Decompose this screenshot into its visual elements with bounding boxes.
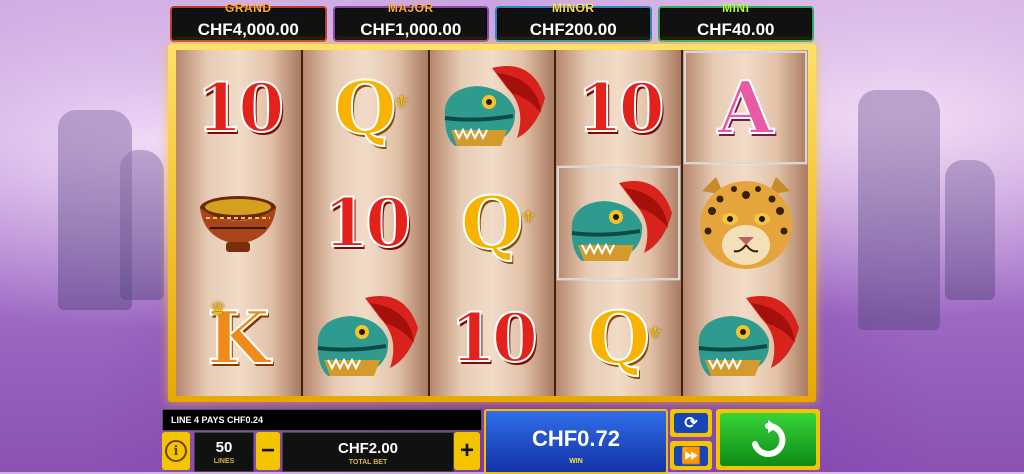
lines-label: LINES (213, 458, 235, 465)
symbol-ten: 10 (430, 281, 555, 396)
reel-frame: 10 ♛ K Q ⚜ 10 Q ⚜ 10 10 Q ⚜ A (168, 44, 816, 402)
symbol-jaguar (683, 165, 808, 280)
symbol-ten: 10 (303, 165, 428, 280)
bowl-icon (200, 195, 277, 252)
jackpot-major-label: MAJOR (387, 1, 434, 15)
reel-3: Q ⚜ 10 (429, 50, 555, 396)
total-bet-display: CHF2.00 TOTAL BET (282, 432, 454, 472)
crown-icon: ⚜ (393, 92, 410, 112)
decrease-bet-button[interactable]: − (256, 432, 280, 470)
autoplay-icon: ⟳ (674, 413, 708, 433)
win-display: CHF0.72 WIN (484, 409, 668, 474)
jackpot-mini-label: MINI (722, 1, 750, 15)
jackpot-major: MAJOR CHF1,000.00 (332, 1, 489, 42)
symbol-ten: 10 (556, 50, 681, 165)
serpent-head-icon (698, 296, 799, 377)
serpent-head-icon (317, 296, 419, 377)
crown-icon: ⚜ (520, 207, 537, 228)
message-bar: LINE 4 PAYS CHF0.24 (162, 409, 482, 431)
symbol-serpent-head (430, 50, 555, 165)
turbo-button[interactable]: ⏩ (670, 441, 712, 470)
symbol-ten-glyph: 10 (195, 68, 285, 147)
autoplay-button[interactable]: ⟳ (670, 409, 712, 437)
jackpot-minor-value: CHF200.00 (529, 20, 617, 39)
jackpot-major-value: CHF1,000.00 (360, 20, 462, 39)
crown-icon: ⚜ (647, 322, 664, 343)
symbol-ace-glyph: A (717, 64, 775, 150)
plus-icon: + (459, 437, 474, 464)
serpent-head-icon (444, 65, 545, 146)
jackpot-grand-label: GRAND (225, 1, 272, 15)
symbol-king: ♛ K (176, 281, 301, 396)
background-rock-right (858, 90, 940, 330)
symbol-queen: Q ⚜ (556, 281, 681, 396)
total-bet-label: TOTAL BET (348, 459, 388, 466)
total-bet-value: CHF2.00 (337, 440, 399, 457)
reel-4: 10 Q ⚜ (556, 50, 682, 396)
increase-bet-button[interactable]: + (454, 432, 480, 470)
crown-icon: ♛ (210, 298, 227, 319)
info-icon: i (165, 440, 187, 462)
background-rock-right-2 (945, 160, 995, 300)
info-button[interactable]: i (162, 432, 190, 470)
jackpot-mini-value: CHF40.00 (697, 20, 775, 39)
jackpot-mini: MINI CHF40.00 (657, 1, 814, 42)
symbol-ten-glyph: 10 (322, 183, 412, 262)
lines-display: 50 LINES (194, 432, 254, 472)
reel-1: 10 ♛ K (176, 50, 301, 396)
symbol-ten-glyph: 10 (449, 299, 539, 378)
spin-button-face (720, 413, 816, 466)
win-label: WIN (569, 458, 583, 465)
win-message: LINE 4 PAYS CHF0.24 (171, 415, 264, 425)
jackpot-grand: GRAND CHF4,000.00 (170, 1, 327, 42)
spin-button[interactable] (716, 409, 820, 470)
symbol-queen-glyph: Q (586, 295, 651, 381)
jackpot-minor: MINOR CHF200.00 (495, 1, 652, 42)
jackpot-grand-value: CHF4,000.00 (197, 20, 299, 39)
symbol-serpent-head (303, 281, 428, 396)
lines-value: 50 (215, 439, 233, 456)
minus-icon: − (260, 437, 275, 464)
serpent-head-icon (571, 180, 672, 261)
symbol-serpent-head (683, 281, 808, 396)
symbol-ten: 10 (176, 50, 301, 165)
fast-forward-icon: ⏩ (674, 445, 708, 466)
background-rock-left-2 (120, 150, 164, 300)
symbol-serpent-head-winning (556, 165, 681, 280)
symbol-queen: Q ⚜ (303, 50, 428, 165)
symbol-queen-glyph: Q (333, 64, 398, 150)
win-value: CHF0.72 (531, 426, 621, 451)
jackpot-bar: GRAND CHF4,000.00 MAJOR CHF1,000.00 MINO… (170, 1, 814, 42)
symbol-bowl (176, 165, 301, 280)
symbol-ace-winning: A (683, 50, 808, 165)
spin-arrow-icon (752, 419, 786, 457)
reel-5: A (683, 50, 808, 396)
jaguar-icon (699, 176, 792, 269)
control-panel: LINE 4 PAYS CHF0.24 i 50 LINES − CHF2.00… (162, 406, 822, 474)
reel-grid: 10 ♛ K Q ⚜ 10 Q ⚜ 10 10 Q ⚜ A (176, 50, 808, 396)
reel-2: Q ⚜ 10 (302, 50, 428, 396)
symbol-queen-glyph: Q (460, 179, 525, 265)
symbol-ten-glyph: 10 (576, 68, 666, 147)
jackpot-minor-label: MINOR (552, 1, 595, 15)
symbol-queen: Q ⚜ (430, 165, 555, 280)
